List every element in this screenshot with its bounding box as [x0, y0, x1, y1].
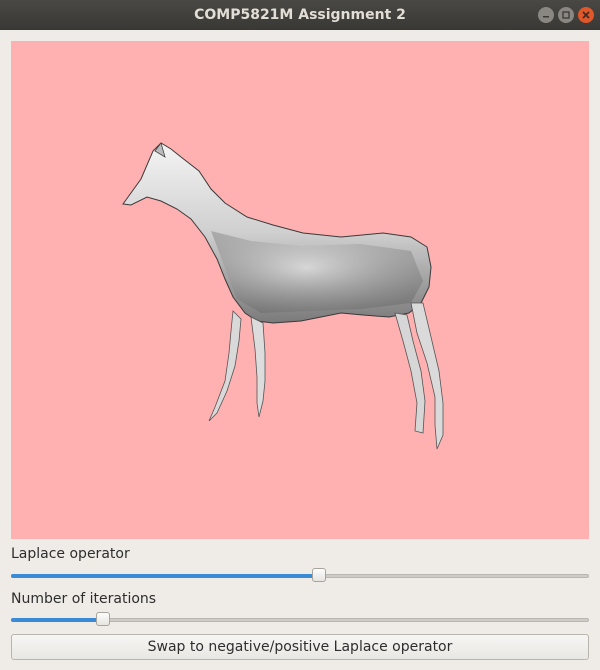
laplace-operator-label: Laplace operator — [11, 546, 130, 562]
slider-handle[interactable] — [96, 612, 110, 626]
horse-model — [122, 142, 444, 450]
slider-fill — [11, 574, 318, 578]
opengl-viewport[interactable] — [11, 41, 589, 539]
slider-handle[interactable] — [312, 568, 326, 582]
maximize-icon — [562, 11, 570, 19]
close-button[interactable] — [578, 7, 594, 23]
minimize-button[interactable] — [538, 7, 554, 23]
close-icon — [582, 11, 590, 19]
window-title: COMP5821M Assignment 2 — [194, 7, 406, 23]
iterations-label: Number of iterations — [11, 591, 157, 607]
minimize-icon — [543, 16, 549, 18]
app-window: COMP5821M Assignment 2 Laplace operator … — [0, 0, 600, 670]
window-controls — [538, 7, 594, 23]
title-bar[interactable]: COMP5821M Assignment 2 — [0, 0, 600, 30]
swap-laplace-button[interactable]: Swap to negative/positive Laplace operat… — [11, 634, 589, 660]
maximize-button[interactable] — [558, 7, 574, 23]
laplace-operator-slider[interactable] — [11, 568, 589, 584]
slider-fill — [11, 618, 104, 622]
iterations-slider[interactable] — [11, 612, 589, 628]
